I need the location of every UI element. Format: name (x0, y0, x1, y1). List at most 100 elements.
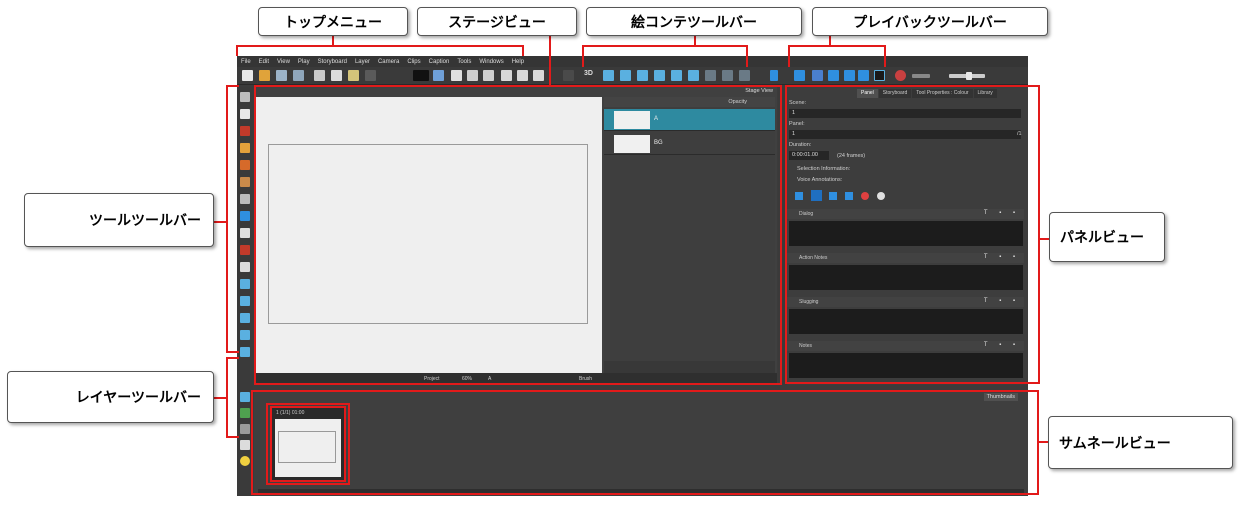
save-icon[interactable] (276, 70, 287, 81)
previous-panel-icon[interactable] (794, 70, 805, 81)
text-tool-icon[interactable] (240, 194, 250, 204)
camera-tool-icon[interactable] (240, 313, 250, 323)
trash-icon[interactable] (240, 424, 250, 434)
grid-icon[interactable] (451, 70, 462, 81)
connector-line (1038, 441, 1048, 443)
first-frame-icon[interactable] (770, 70, 778, 81)
connector-line (1039, 238, 1049, 240)
split-panel-icon[interactable] (654, 70, 665, 81)
save-as-icon[interactable] (293, 70, 304, 81)
callout-tools-toolbar: ツールツールバー (24, 193, 214, 247)
connector-line (214, 397, 227, 399)
top-menu: File Edit View Play Storyboard Layer Cam… (237, 56, 1028, 67)
duplicate-layer-icon[interactable] (240, 440, 250, 450)
panel-view-highlight (785, 85, 1040, 384)
thumbnail-card-highlight (266, 403, 350, 485)
3d-icon[interactable]: 3D (584, 70, 595, 81)
connector-line (746, 45, 748, 67)
menu-layer[interactable]: Layer (355, 59, 370, 65)
callout-storyboard-toolbar: 絵コンテツールバー (586, 7, 802, 36)
menu-help[interactable]: Help (512, 59, 524, 65)
loop-icon[interactable] (812, 70, 823, 81)
thumbnail-view-highlight (251, 390, 1039, 495)
connector-line (214, 221, 227, 223)
add-layer-icon[interactable] (240, 392, 250, 402)
transition-icon[interactable] (705, 70, 716, 81)
pencil-icon[interactable] (433, 70, 444, 81)
view-icon-3[interactable] (533, 70, 544, 81)
view-icon-1[interactable] (501, 70, 512, 81)
paste-icon[interactable] (348, 70, 359, 81)
view-icon-2[interactable] (517, 70, 528, 81)
connector-line (236, 45, 524, 47)
paint-tool-icon[interactable] (240, 160, 250, 170)
hand-tool-icon[interactable] (240, 262, 250, 272)
callout-stage-view: ステージビュー (417, 7, 577, 36)
menu-caption[interactable]: Caption (429, 59, 450, 65)
menu-edit[interactable]: Edit (259, 59, 269, 65)
record-icon[interactable] (895, 70, 906, 81)
eraser-tool-icon[interactable] (240, 177, 250, 187)
volume-slider-track[interactable] (912, 74, 930, 78)
rotate-tool-icon[interactable] (240, 296, 250, 306)
layer-tool-icon[interactable] (240, 330, 250, 340)
new-panel-icon[interactable] (620, 70, 631, 81)
connector-line (236, 45, 238, 56)
connector-line (582, 45, 584, 67)
stage-view-highlight (254, 85, 782, 385)
layout-icon-2[interactable] (483, 70, 494, 81)
camera-icon[interactable] (722, 70, 733, 81)
add-vector-layer-icon[interactable] (240, 408, 250, 418)
menu-storyboard[interactable]: Storyboard (318, 59, 347, 65)
sound-icon[interactable] (844, 70, 855, 81)
select-tool-icon[interactable] (240, 92, 250, 102)
menu-camera[interactable]: Camera (378, 59, 399, 65)
callout-layer-toolbar: レイヤーツールバー (7, 371, 214, 423)
connector-line (226, 436, 239, 438)
camera-view-icon[interactable] (874, 70, 885, 81)
callout-panel-view: パネルビュー (1049, 212, 1165, 262)
menu-file[interactable]: File (241, 59, 251, 65)
brush-tool-icon[interactable] (240, 126, 250, 136)
zoom-icon[interactable] (563, 70, 574, 81)
open-project-icon[interactable] (259, 70, 270, 81)
connector-line (522, 45, 524, 56)
morph-tool-icon[interactable] (240, 347, 250, 357)
play-icon[interactable] (828, 70, 839, 81)
delete-panel-icon[interactable] (688, 70, 699, 81)
connector-line (788, 45, 790, 67)
connector-line (226, 85, 228, 352)
join-panel-icon[interactable] (671, 70, 682, 81)
copy-icon[interactable] (331, 70, 342, 81)
main-toolbar: 3D (237, 67, 1028, 85)
light-table-icon[interactable] (240, 456, 250, 466)
dropper-tool-icon[interactable] (240, 245, 250, 255)
menu-play[interactable]: Play (298, 59, 310, 65)
zoom-tool-icon[interactable] (240, 279, 250, 289)
slider-handle[interactable] (966, 72, 972, 80)
menu-clips[interactable]: Clips (407, 59, 420, 65)
new-project-icon[interactable] (242, 70, 253, 81)
duplicate-panel-icon[interactable] (637, 70, 648, 81)
connector-line (582, 45, 748, 47)
brush-size-icon[interactable] (413, 70, 429, 81)
connector-line (788, 45, 886, 47)
layout-icon-1[interactable] (467, 70, 478, 81)
callout-playback-toolbar: プレイバックツールバー (812, 7, 1048, 36)
new-scene-icon[interactable] (603, 70, 614, 81)
paint-bucket-icon[interactable] (240, 228, 250, 238)
callout-top-menu: トップメニュー (258, 7, 408, 36)
cut-icon[interactable] (314, 70, 325, 81)
menu-view[interactable]: View (277, 59, 290, 65)
menu-windows[interactable]: Windows (479, 59, 503, 65)
snapshot-icon[interactable] (739, 70, 750, 81)
menu-tools[interactable]: Tools (457, 59, 471, 65)
pencil-tool-icon[interactable] (240, 143, 250, 153)
stop-icon[interactable] (858, 70, 869, 81)
callout-thumbnail-view: サムネールビュー (1048, 416, 1233, 469)
transform-tool-icon[interactable] (240, 109, 250, 119)
delete-icon[interactable] (365, 70, 376, 81)
rectangle-tool-icon[interactable] (240, 211, 250, 221)
connector-line (226, 351, 239, 353)
connector-line (884, 45, 886, 67)
